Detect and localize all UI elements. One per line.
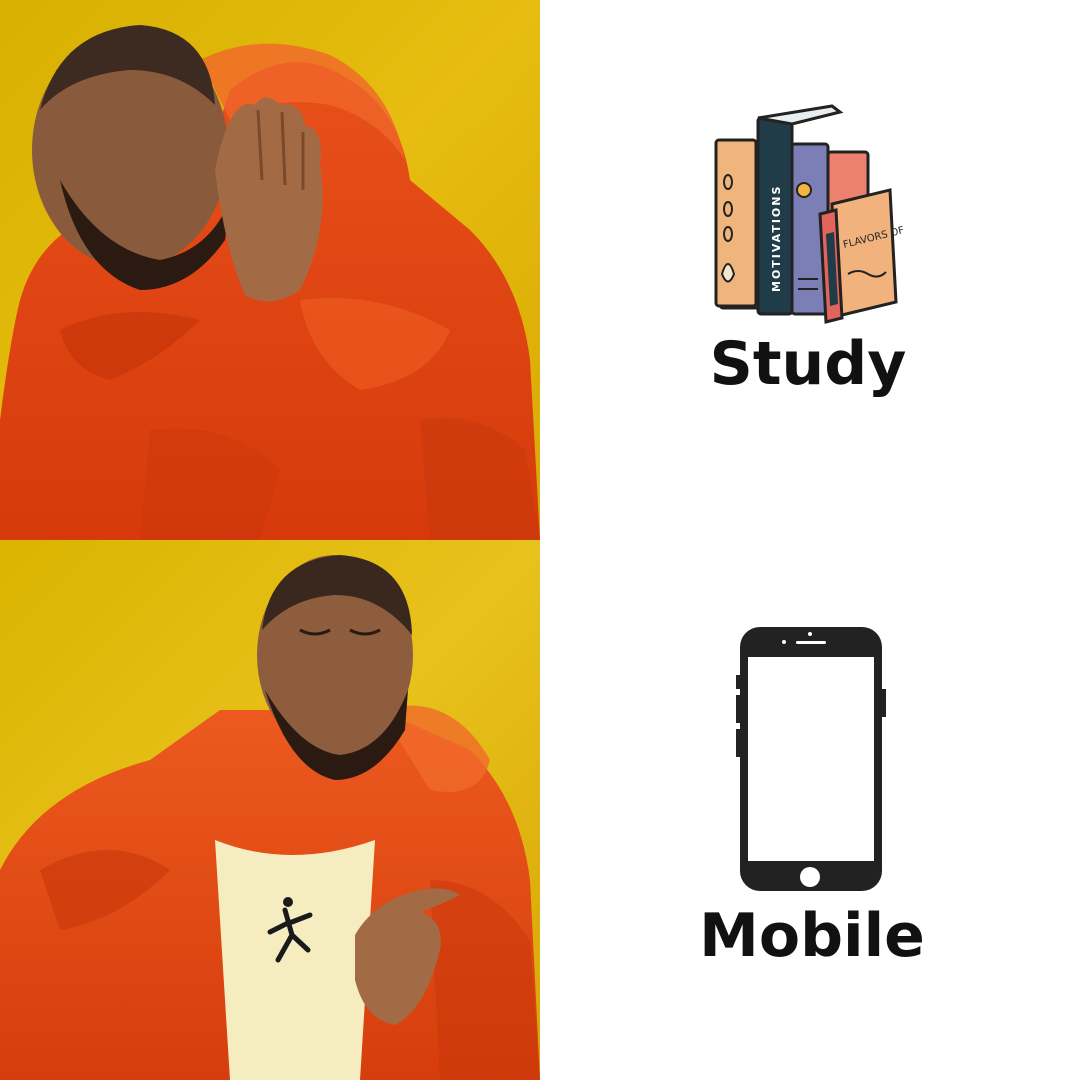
- smartphone-icon: [736, 627, 886, 891]
- reject-photo: [0, 0, 540, 540]
- mobile-cell: Mobile: [540, 540, 1080, 1080]
- mobile-label: Mobile: [699, 901, 925, 971]
- study-label: Study: [709, 329, 907, 399]
- books-icon: MOTIVATIONS FLAVORS OF YOGURT: [714, 104, 904, 324]
- book-spine-label-motivations: MOTIVATIONS: [770, 185, 783, 292]
- approve-photo: [0, 540, 540, 1080]
- study-cell: MOTIVATIONS FLAVORS OF YOGURT Study: [540, 0, 1080, 540]
- meme-canvas: MOTIVATIONS FLAVORS OF YOGURT Study: [0, 0, 1080, 1080]
